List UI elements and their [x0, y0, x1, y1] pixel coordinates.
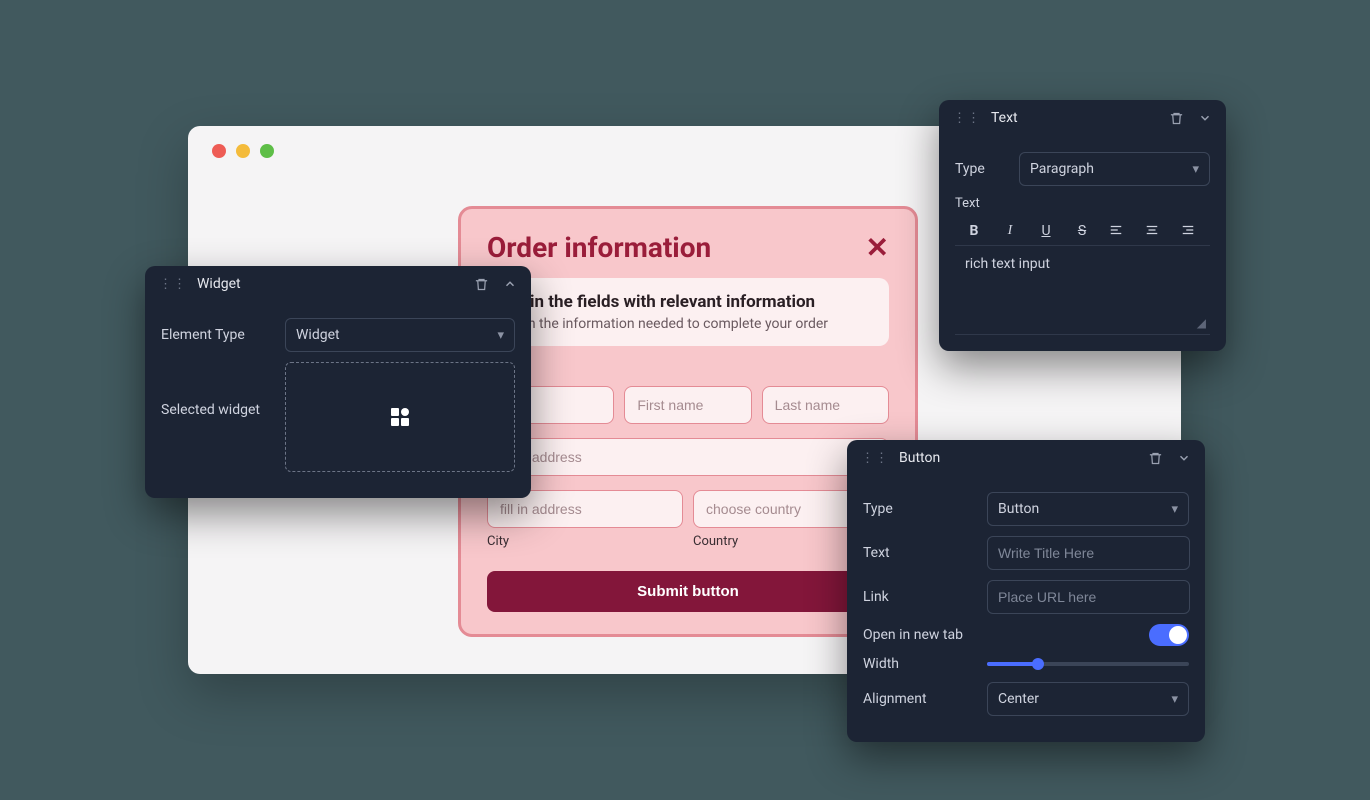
first-name-input[interactable]: [624, 386, 751, 424]
alignment-label: Alignment: [863, 691, 973, 707]
text-type-select[interactable]: Paragraph ▾: [1019, 152, 1210, 186]
text-panel: ⋮⋮ Text Type Paragraph ▾ Text B I U S: [939, 100, 1226, 351]
text-type-value: Paragraph: [1030, 161, 1094, 177]
button-link-input[interactable]: [987, 580, 1190, 614]
strikethrough-icon[interactable]: S: [1073, 223, 1091, 239]
collapse-icon[interactable]: [503, 277, 517, 291]
maximize-window-icon[interactable]: [260, 144, 274, 158]
rich-text-toolbar: B I U S: [955, 215, 1210, 245]
element-type-select[interactable]: Widget ▾: [285, 318, 515, 352]
button-type-select[interactable]: Button ▾: [987, 492, 1189, 526]
button-panel: ⋮⋮ Button Type Button ▾ Text Link: [847, 440, 1205, 742]
text-label: Text: [863, 545, 973, 561]
italic-icon[interactable]: I: [1001, 223, 1019, 239]
selected-widget-label: Selected widget: [161, 362, 271, 418]
align-center-icon[interactable]: [1145, 223, 1163, 239]
chevron-down-icon: ▾: [1192, 162, 1199, 177]
trash-icon[interactable]: [1169, 111, 1184, 126]
rich-text-content: rich text input: [965, 256, 1050, 272]
align-right-icon[interactable]: [1181, 223, 1199, 239]
element-type-value: Widget: [296, 327, 340, 343]
width-label: Width: [863, 656, 973, 672]
widget-grid-icon: [388, 405, 412, 429]
drag-handle-icon[interactable]: ⋮⋮: [953, 111, 981, 126]
submit-button[interactable]: Submit button: [487, 571, 889, 612]
panel-title: Text: [991, 110, 1018, 126]
order-note: Fill in the fields with relevant informa…: [487, 278, 889, 346]
drag-handle-icon[interactable]: ⋮⋮: [159, 277, 187, 292]
bold-icon[interactable]: B: [965, 223, 983, 239]
chevron-down-icon: ▾: [1171, 692, 1178, 707]
chevron-down-icon: ▾: [497, 328, 504, 343]
panel-title: Button: [899, 450, 940, 466]
name-label: Name: [487, 364, 889, 380]
expand-icon[interactable]: [1198, 111, 1212, 125]
text-label: Text: [955, 196, 1210, 211]
last-name-input[interactable]: [762, 386, 889, 424]
minimize-window-icon[interactable]: [236, 144, 250, 158]
widget-panel: ⋮⋮ Widget Element Type Widget ▾ Selected…: [145, 266, 531, 498]
expand-icon[interactable]: [1177, 451, 1191, 465]
drag-handle-icon[interactable]: ⋮⋮: [861, 451, 889, 466]
button-type-value: Button: [998, 501, 1039, 517]
type-label: Type: [955, 161, 1005, 177]
address-line1-input[interactable]: [487, 438, 889, 476]
align-left-icon[interactable]: [1109, 223, 1127, 239]
button-text-input[interactable]: [987, 536, 1190, 570]
element-type-label: Element Type: [161, 327, 271, 343]
resize-handle-icon[interactable]: ◢: [1197, 316, 1206, 330]
window-traffic-lights: [212, 144, 274, 158]
link-label: Link: [863, 589, 973, 605]
underline-icon[interactable]: U: [1037, 223, 1055, 239]
newtab-label: Open in new tab: [863, 627, 1135, 643]
chevron-down-icon: ▾: [1171, 502, 1178, 517]
width-slider[interactable]: [987, 662, 1189, 666]
alignment-select[interactable]: Center ▾: [987, 682, 1189, 716]
newtab-toggle[interactable]: [1149, 624, 1189, 646]
trash-icon[interactable]: [474, 277, 489, 292]
panel-title: Widget: [197, 276, 241, 292]
order-title: Order information: [487, 231, 711, 264]
close-window-icon[interactable]: [212, 144, 226, 158]
close-icon[interactable]: ✕: [866, 234, 889, 262]
order-note-title: Fill in the fields with relevant informa…: [503, 292, 873, 312]
type-label: Type: [863, 501, 973, 517]
order-note-subtitle: Fill in the information needed to comple…: [503, 316, 873, 332]
rich-text-input[interactable]: rich text input ◢: [955, 245, 1210, 335]
alignment-value: Center: [998, 691, 1039, 707]
trash-icon[interactable]: [1148, 451, 1163, 466]
city-caption: City: [487, 534, 683, 549]
widget-dropzone[interactable]: [285, 362, 515, 472]
